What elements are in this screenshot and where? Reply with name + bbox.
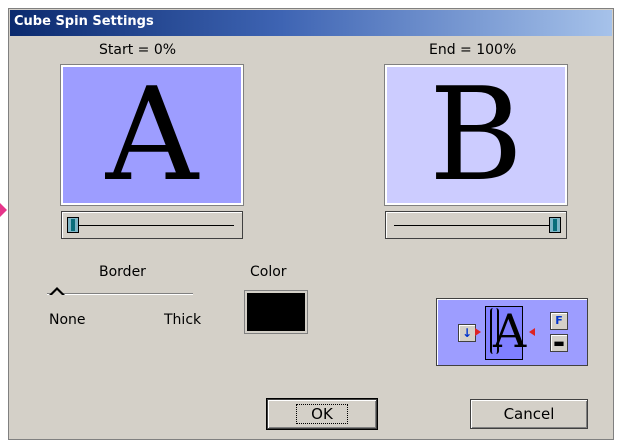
border-max-label: Thick bbox=[164, 312, 202, 328]
front-face-button[interactable]: F bbox=[550, 312, 568, 330]
cube-preview-widget: ↓ A F ▬ bbox=[436, 298, 588, 366]
cancel-button[interactable]: Cancel bbox=[470, 399, 588, 429]
end-preview: B bbox=[384, 61, 568, 210]
start-slider[interactable] bbox=[61, 211, 243, 239]
start-slider-track bbox=[70, 225, 234, 226]
arrow-down-icon[interactable]: ↓ bbox=[458, 324, 476, 342]
title-bar[interactable]: Cube Spin Settings bbox=[10, 10, 612, 36]
window-title: Cube Spin Settings bbox=[14, 14, 154, 29]
start-label: Start = 0% bbox=[99, 42, 177, 58]
cube-letter: A bbox=[493, 304, 527, 358]
left-red-arrow-icon bbox=[475, 328, 481, 336]
start-preview-letter: A bbox=[105, 61, 199, 210]
outer-background bbox=[0, 0, 8, 440]
dialog-window: Cube Spin Settings Start = 0% End = 100%… bbox=[8, 8, 614, 440]
end-slider[interactable] bbox=[385, 211, 567, 239]
pointer-arrow-icon bbox=[0, 203, 7, 217]
stairs-icon[interactable]: ▬ bbox=[550, 334, 568, 352]
ok-button-label: OK bbox=[296, 404, 348, 424]
color-swatch[interactable] bbox=[244, 290, 308, 334]
end-slider-thumb[interactable] bbox=[549, 217, 561, 233]
start-preview: A bbox=[60, 61, 244, 210]
color-label: Color bbox=[250, 264, 287, 280]
start-slider-thumb[interactable] bbox=[67, 217, 79, 233]
ok-button[interactable]: OK bbox=[266, 398, 378, 430]
border-min-label: None bbox=[49, 312, 86, 328]
border-label: Border bbox=[99, 264, 146, 280]
right-red-arrow-icon bbox=[529, 328, 535, 336]
end-preview-letter: B bbox=[428, 61, 524, 210]
end-slider-track bbox=[394, 225, 558, 226]
end-label: End = 100% bbox=[429, 42, 517, 58]
border-slider-track[interactable] bbox=[47, 293, 193, 295]
border-slider-thumb-fill bbox=[52, 290, 62, 295]
